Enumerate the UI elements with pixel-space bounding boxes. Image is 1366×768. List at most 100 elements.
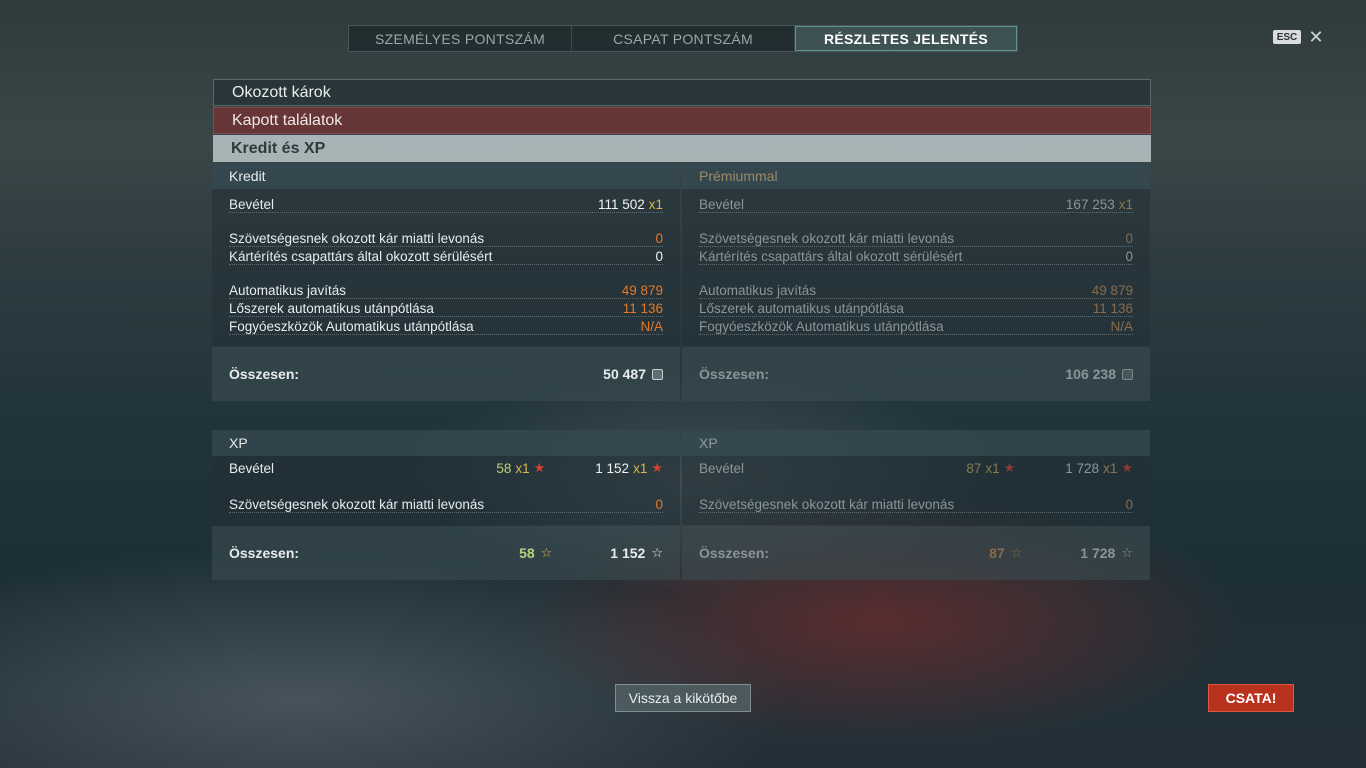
row-label: Bevétel: [699, 461, 745, 476]
row-label: Lőszerek automatikus utánpótlása: [229, 301, 434, 316]
row-value: 49 879: [1091, 283, 1133, 298]
credit-repair-row: Automatikus javítás 49 879: [229, 280, 663, 299]
premium-consumables-row: Fogyóeszközök Automatikus utánpótlása N/…: [699, 316, 1133, 335]
premium-xp-total-row: Összesen: 87 ☆ 1 728 ☆: [682, 526, 1150, 580]
star-icon: ★: [1003, 460, 1016, 475]
premium-xp-panel: XP Bevétel 87 x1 ★ 1 728 x1 ★ Szövetsége…: [682, 430, 1150, 525]
credit-compensation-row: Kártérítés csapattárs által okozott sérü…: [229, 246, 663, 265]
row-value: 167 253: [1065, 197, 1115, 212]
row-label: Kártérítés csapattárs által okozott sérü…: [699, 249, 963, 264]
row-multiplier: x1: [515, 461, 530, 476]
esc-key-hint: ESC: [1273, 30, 1301, 44]
row-multiplier: x1: [1103, 461, 1118, 476]
premium-compensation-row: Kártérítés csapattárs által okozott sérü…: [699, 246, 1133, 265]
xp-base-value: 87: [966, 461, 982, 476]
premium-credit-panel: Prémiummal Bevétel 167 253 x1 Szövetsége…: [682, 163, 1150, 346]
row-label: Automatikus javítás: [699, 283, 817, 298]
row-multiplier: x1: [633, 461, 648, 476]
premium-credit-total-row: Összesen: 106 238: [682, 347, 1150, 401]
credit-icon: [1122, 368, 1133, 380]
row-multiplier: x1: [1118, 197, 1133, 212]
total-label: Összesen:: [229, 366, 300, 382]
xp-ally-damage-row: Szövetségesnek okozott kár miatti levoná…: [229, 494, 663, 513]
row-multiplier: x1: [648, 197, 663, 212]
report-tabs: SZEMÉLYES PONTSZÁM CSAPAT PONTSZÁM RÉSZL…: [348, 25, 1018, 52]
premium-income-row: Bevétel 167 253 x1: [699, 194, 1133, 213]
row-label: Lőszerek automatikus utánpótlása: [699, 301, 904, 316]
row-value: 0: [1125, 231, 1133, 246]
row-label: Szövetségesnek okozott kár miatti levoná…: [229, 497, 485, 512]
battle-button[interactable]: CSATA!: [1208, 684, 1294, 712]
row-label: Szövetségesnek okozott kár miatti levoná…: [229, 231, 485, 246]
credit-ally-damage-row: Szövetségesnek okozott kár miatti levoná…: [229, 228, 663, 247]
xp-base-total: 58: [519, 545, 535, 561]
row-value: 11 136: [622, 301, 663, 316]
back-to-port-button[interactable]: Vissza a kikötőbe: [615, 684, 751, 712]
row-label: Fogyóeszközök Automatikus utánpótlása: [699, 319, 944, 334]
row-value: 49 879: [621, 283, 663, 298]
tab-team-score[interactable]: CSAPAT PONTSZÁM: [572, 26, 795, 51]
credit-panel: Kredit Bevétel 111 502 x1 Szövetségesnek…: [212, 163, 680, 346]
star-icon: ★: [1121, 460, 1133, 475]
row-value: 0: [1125, 497, 1133, 512]
row-value: N/A: [640, 319, 663, 334]
row-value: 0: [655, 231, 663, 246]
xp-total-value: 1 728: [1065, 461, 1100, 476]
row-value: N/A: [1110, 319, 1133, 334]
row-value: 0: [655, 497, 663, 512]
star-icon: ★: [651, 460, 663, 475]
row-label: Bevétel: [229, 197, 275, 212]
premium-ammo-row: Lőszerek automatikus utánpótlása 11 136: [699, 298, 1133, 317]
row-multiplier: x1: [985, 461, 1000, 476]
xp-base-total: 87: [989, 545, 1005, 561]
section-damage-caused[interactable]: Okozott károk: [213, 79, 1151, 106]
row-label: Bevétel: [229, 461, 275, 476]
row-value: 111 502: [597, 197, 645, 212]
row-label: Szövetségesnek okozott kár miatti levoná…: [699, 497, 955, 512]
xp-panel: XP Bevétel 58 x1 ★ 1 152 x1 ★ Szövetsége…: [212, 430, 680, 525]
close-icon[interactable]: ✕: [1306, 27, 1326, 47]
xp-total-value: 1 152: [595, 461, 630, 476]
premium-ally-damage-row: Szövetségesnek okozott kár miatti levoná…: [699, 228, 1133, 247]
section-label: Kredit és XP: [231, 139, 326, 157]
section-hits-received[interactable]: Kapott találatok: [213, 107, 1151, 134]
total-label: Összesen:: [699, 366, 770, 382]
credit-header: Kredit: [212, 163, 680, 189]
xp-base-value: 58: [496, 461, 512, 476]
xp-total-row: Összesen: 58 ☆ 1 152 ☆: [212, 526, 680, 580]
tab-detailed-report[interactable]: RÉSZLETES JELENTÉS: [795, 26, 1017, 51]
total-value: 106 238: [1065, 366, 1116, 382]
premium-repair-row: Automatikus javítás 49 879: [699, 280, 1133, 299]
row-label: Szövetségesnek okozott kár miatti levoná…: [699, 231, 955, 246]
xp-full-total: 1 152: [610, 545, 646, 561]
row-value: 11 136: [1092, 301, 1133, 316]
credit-income-row: Bevétel 111 502 x1: [229, 194, 663, 213]
total-value: 50 487: [603, 366, 646, 382]
star-outline-icon: ☆: [540, 545, 553, 560]
xp-income-row: Bevétel 58 x1 ★ 1 152 x1 ★: [229, 458, 663, 476]
tab-personal-score[interactable]: SZEMÉLYES PONTSZÁM: [349, 26, 572, 51]
xp-header: XP: [212, 430, 680, 456]
row-label: Kártérítés csapattárs által okozott sérü…: [229, 249, 493, 264]
total-label: Összesen:: [229, 545, 300, 561]
credit-consumables-row: Fogyóeszközök Automatikus utánpótlása N/…: [229, 316, 663, 335]
row-label: Bevétel: [699, 197, 745, 212]
row-label: Automatikus javítás: [229, 283, 347, 298]
section-label: Kapott találatok: [232, 111, 343, 129]
row-value: 0: [655, 249, 663, 264]
credit-ammo-row: Lőszerek automatikus utánpótlása 11 136: [229, 298, 663, 317]
star-outline-icon: ☆: [651, 545, 663, 560]
star-outline-icon: ☆: [1121, 545, 1133, 560]
premium-xp-ally-damage-row: Szövetségesnek okozott kár miatti levoná…: [699, 494, 1133, 513]
premium-credit-header: Prémiummal: [682, 163, 1150, 189]
premium-xp-income-row: Bevétel 87 x1 ★ 1 728 x1 ★: [699, 458, 1133, 476]
credit-total-row: Összesen: 50 487: [212, 347, 680, 401]
row-value: 0: [1125, 249, 1133, 264]
xp-full-total: 1 728: [1080, 545, 1116, 561]
star-outline-icon: ☆: [1010, 545, 1023, 560]
row-label: Fogyóeszközök Automatikus utánpótlása: [229, 319, 474, 334]
total-label: Összesen:: [699, 545, 770, 561]
star-icon: ★: [533, 460, 546, 475]
premium-xp-header: XP: [682, 430, 1150, 456]
section-credits-xp[interactable]: Kredit és XP: [213, 135, 1151, 162]
